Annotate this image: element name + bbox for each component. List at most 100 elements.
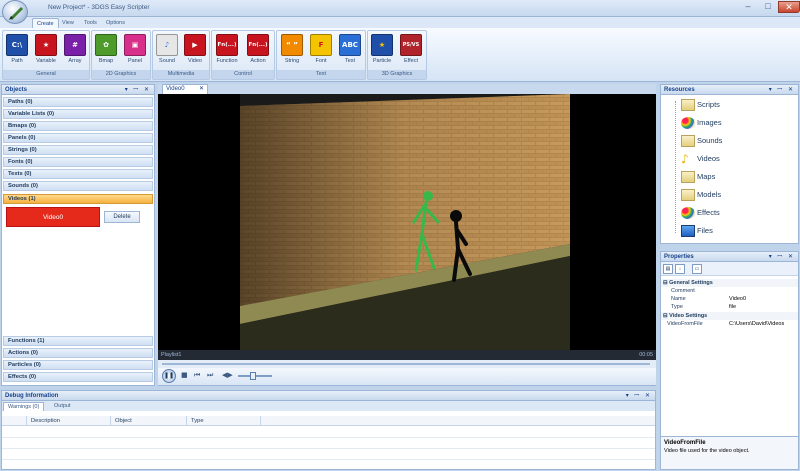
video-icon: ▶	[184, 34, 206, 56]
property-pages-icon[interactable]: ▭	[692, 264, 702, 274]
variable-button[interactable]: ★ Variable	[33, 34, 59, 68]
category-effects[interactable]: Effects (0)	[3, 372, 153, 382]
category-particles[interactable]: Particles (0)	[3, 360, 153, 370]
category-panels[interactable]: Panels (0)	[3, 133, 153, 143]
volume-icon[interactable]: ◀▶	[222, 371, 233, 379]
particle-button[interactable]: ★ Particle	[369, 34, 395, 68]
column-divider	[260, 416, 265, 426]
panel-button[interactable]: ▣ Panel	[122, 34, 148, 68]
text-button[interactable]: ABC Text	[337, 34, 363, 68]
column-object[interactable]: Object	[110, 416, 186, 426]
tab-view[interactable]: View	[58, 18, 78, 28]
category-functions[interactable]: Functions (1)	[3, 336, 153, 346]
category-sounds[interactable]: Sounds (0)	[3, 181, 153, 191]
effect-button[interactable]: PS/VS Effect	[398, 34, 424, 68]
table-row	[2, 437, 655, 438]
palette-icon	[681, 207, 695, 219]
tab-warnings[interactable]: Warnings (0)	[3, 402, 45, 411]
delete-button[interactable]: Delete	[104, 211, 140, 223]
tab-create[interactable]: Create	[32, 18, 59, 28]
resources-panel: Resources ▾ ꟷ ✕ Scripts Images Sounds ♪ Vi…	[660, 84, 799, 244]
resource-models[interactable]: Models	[681, 187, 721, 203]
section-general-settings[interactable]: ⊟ General Settings	[661, 279, 798, 287]
next-icon[interactable]: ⏭	[207, 371, 213, 380]
text-icon: ABC	[339, 34, 361, 56]
sound-button[interactable]: ♪ Sound	[154, 34, 180, 68]
objects-panel-header: Objects ▾ ꟷ ✕	[2, 85, 154, 95]
app-orb-icon[interactable]	[2, 0, 28, 24]
tab-output[interactable]: Output	[50, 402, 75, 411]
maximize-button[interactable]: □	[758, 1, 778, 13]
objects-panel: Objects ▾ ꟷ ✕ Paths (0) Variable Lists (0…	[1, 84, 155, 386]
category-paths[interactable]: Paths (0)	[3, 97, 153, 107]
stop-icon[interactable]: ■	[181, 371, 188, 379]
resource-sounds[interactable]: Sounds	[681, 133, 722, 149]
category-videos[interactable]: Videos (1)	[3, 194, 153, 204]
panel-controls[interactable]: ▾ ꟷ ✕	[769, 252, 795, 262]
video-button[interactable]: ▶ Video	[182, 34, 208, 68]
tab-video0[interactable]: Video0 ✕	[162, 84, 208, 94]
seek-bar[interactable]	[158, 360, 656, 368]
category-bmaps[interactable]: Bmaps (0)	[3, 121, 153, 131]
property-row[interactable]: VideoFromFile C:\Users\David\Videos	[661, 320, 798, 328]
description-text: Video file used for the video object.	[664, 448, 750, 454]
category-fonts[interactable]: Fonts (0)	[3, 157, 153, 167]
resource-scripts[interactable]: Scripts	[681, 97, 720, 113]
sound-icon: ♪	[156, 34, 178, 56]
string-button[interactable]: “ ” String	[279, 34, 305, 68]
resource-files[interactable]: Files	[681, 223, 713, 239]
close-button[interactable]: ✕	[778, 1, 800, 13]
category-variable-lists[interactable]: Variable Lists (0)	[3, 109, 153, 119]
tab-close-icon[interactable]: ✕	[199, 85, 204, 94]
path-icon: C:\	[6, 34, 28, 56]
video-frame	[240, 94, 570, 350]
category-actions[interactable]: Actions (0)	[3, 348, 153, 358]
document-tab-strip	[158, 84, 656, 94]
action-button[interactable]: Fn(...) Action	[245, 34, 271, 68]
video-viewport[interactable]	[158, 94, 656, 350]
folder-icon	[681, 189, 695, 201]
category-strings[interactable]: Strings (0)	[3, 145, 153, 155]
font-icon: F	[310, 34, 332, 56]
categorized-icon[interactable]: ▤	[663, 264, 673, 274]
action-icon: Fn(...)	[247, 34, 269, 56]
sort-alphabetical-icon[interactable]: ↓	[675, 264, 685, 274]
tab-tools[interactable]: Tools	[80, 18, 101, 28]
font-button[interactable]: F Font	[308, 34, 334, 68]
resource-videos[interactable]: ♪ Videos	[681, 151, 720, 167]
panel-controls[interactable]: ▾ ꟷ ✕	[125, 85, 151, 95]
properties-panel-header: Properties ▾ ꟷ ✕	[661, 252, 798, 262]
panel-controls[interactable]: ▾ ꟷ ✕	[626, 391, 652, 401]
column-type[interactable]: Type	[186, 416, 260, 426]
previous-icon[interactable]: ⏮	[194, 371, 200, 380]
volume-slider-thumb[interactable]	[250, 372, 256, 380]
resource-effects[interactable]: Effects	[681, 205, 720, 221]
table-row	[2, 459, 655, 460]
minimize-button[interactable]: –	[738, 1, 758, 13]
video0-item[interactable]: Video0	[6, 207, 100, 227]
category-texts[interactable]: Texts (0)	[3, 169, 153, 179]
array-button[interactable]: # Array	[62, 34, 88, 68]
debug-panel-header: Debug Information ▾ ꟷ ✕	[2, 391, 655, 401]
function-icon: Fn(...)	[216, 34, 238, 56]
column-description[interactable]: Description	[26, 416, 108, 426]
folder-icon	[681, 171, 695, 183]
bmap-button[interactable]: ✿ Bmap	[93, 34, 119, 68]
property-row[interactable]: Comment	[661, 287, 798, 295]
panel-controls[interactable]: ▾ ꟷ ✕	[769, 85, 795, 95]
pause-button[interactable]: ❚❚	[162, 369, 176, 383]
function-button[interactable]: Fn(...) Function	[214, 34, 240, 68]
array-icon: #	[64, 34, 86, 56]
section-video-settings[interactable]: ⊟ Video Settings	[661, 312, 798, 320]
tab-options[interactable]: Options	[102, 18, 129, 28]
playlist-label: Playlist1	[161, 352, 182, 358]
window-title: New Project* - 3DGS Easy Scripter	[48, 4, 150, 11]
resource-images[interactable]: Images	[681, 115, 722, 131]
property-row[interactable]: Name Video0	[661, 295, 798, 303]
resource-maps[interactable]: Maps	[681, 169, 715, 185]
path-button[interactable]: C:\ Path	[4, 34, 30, 68]
property-row[interactable]: Type file	[661, 303, 798, 311]
resources-panel-header: Resources ▾ ꟷ ✕	[661, 85, 798, 95]
variable-icon: ★	[35, 34, 57, 56]
folder-icon	[681, 135, 695, 147]
